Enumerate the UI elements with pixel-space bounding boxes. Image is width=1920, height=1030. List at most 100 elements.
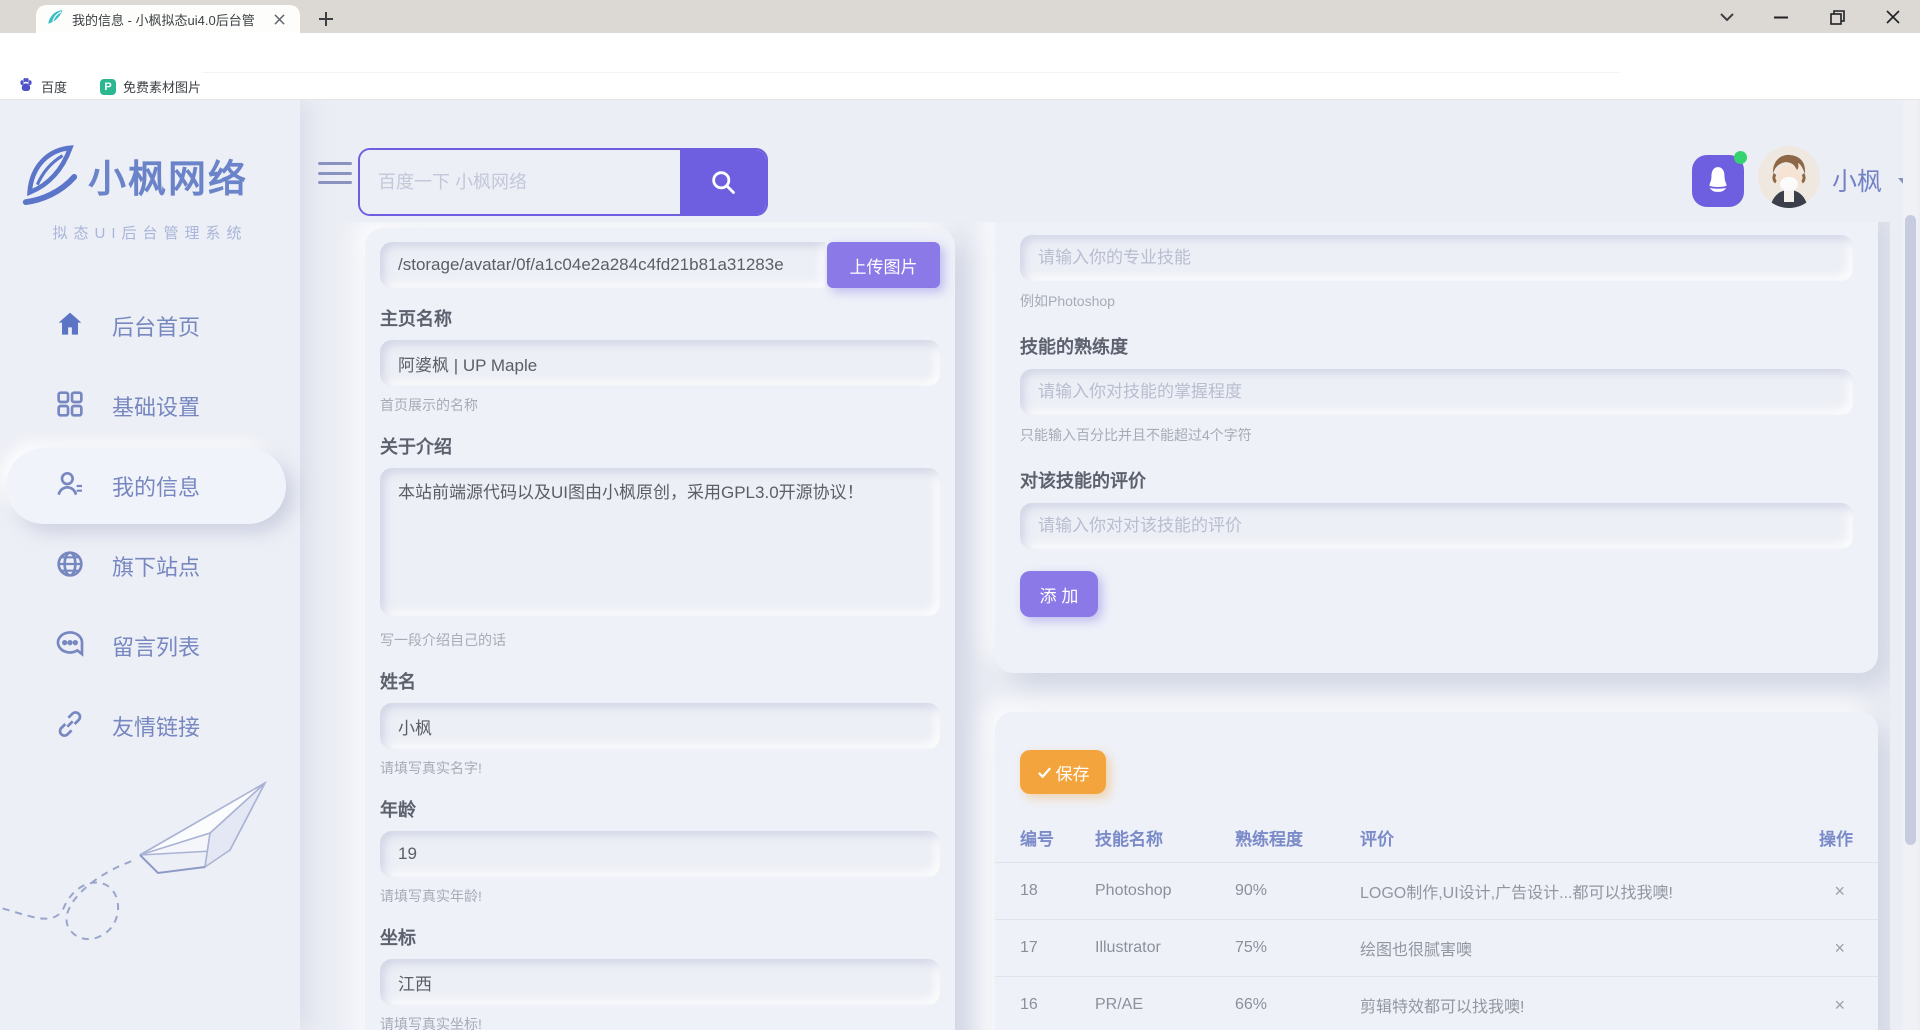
location-label: 坐标 bbox=[380, 924, 940, 950]
sidebar-item-label: 友情链接 bbox=[112, 710, 200, 742]
cell-skill: Illustrator bbox=[1095, 939, 1235, 957]
window-minimize-button[interactable] bbox=[1766, 4, 1796, 30]
bookmark-baidu[interactable]: 百度 bbox=[18, 76, 67, 97]
add-skill-button[interactable]: 添 加 bbox=[1020, 571, 1098, 617]
p-badge-icon: P bbox=[100, 79, 116, 95]
grid-icon bbox=[54, 388, 86, 425]
cell-review: LOGO制作,UI设计,广告设计...都可以找我噢! bbox=[1360, 879, 1773, 903]
about-label: 关于介绍 bbox=[380, 433, 940, 459]
cell-id: 17 bbox=[1020, 939, 1095, 957]
location-input[interactable] bbox=[380, 959, 940, 1005]
cell-level: 75% bbox=[1235, 939, 1360, 957]
browser-toolbar: nitai4.xfwl.club/admin/information.html bbox=[0, 33, 1920, 73]
save-button[interactable]: 保存 bbox=[1020, 750, 1106, 794]
sidebar-item-sites[interactable]: 旗下站点 bbox=[0, 526, 300, 606]
col-review: 评价 bbox=[1360, 825, 1773, 850]
cell-skill: PR/AE bbox=[1095, 996, 1235, 1014]
home-name-helper: 首页展示的名称 bbox=[380, 395, 940, 415]
cell-skill: Photoshop bbox=[1095, 882, 1235, 900]
baidu-paw-icon bbox=[18, 77, 34, 96]
search-icon bbox=[709, 168, 737, 196]
about-helper: 写一段介绍自己的话 bbox=[380, 630, 940, 650]
favicon-leaf-icon bbox=[46, 8, 64, 31]
profile-card: 上传图片 主页名称 首页展示的名称 关于介绍 本站前端源代码以及UI图由小枫原创… bbox=[365, 228, 955, 1030]
home-name-input[interactable] bbox=[380, 340, 940, 386]
sidebar-item-home[interactable]: 后台首页 bbox=[0, 286, 300, 366]
name-input[interactable] bbox=[380, 703, 940, 749]
cell-review: 绘图也很腻害噢 bbox=[1360, 936, 1773, 960]
search-box bbox=[358, 148, 768, 216]
skill-review-input[interactable] bbox=[1020, 503, 1853, 549]
sidebar-item-label: 旗下站点 bbox=[112, 550, 200, 582]
home-icon bbox=[54, 308, 86, 345]
bookmarks-bar: 百度 P 免费素材图片 bbox=[0, 73, 1920, 100]
logo-title: 小枫网络 bbox=[88, 148, 248, 203]
search-button[interactable] bbox=[680, 150, 766, 214]
about-textarea[interactable]: 本站前端源代码以及UI图由小枫原创，采用GPL3.0开源协议！ bbox=[380, 468, 940, 616]
col-actions: 操作 bbox=[1773, 825, 1853, 850]
skill-level-label: 技能的熟练度 bbox=[1020, 333, 1853, 359]
sidebar: 小枫网络 拟态UI后台管理系统 后台首页 基础设置 我的信息 bbox=[0, 100, 300, 1030]
user-icon bbox=[54, 468, 86, 505]
tab-title: 我的信息 - 小枫拟态ui4.0后台管 bbox=[72, 10, 262, 29]
cell-level: 90% bbox=[1235, 882, 1360, 900]
search-input[interactable] bbox=[360, 150, 680, 214]
home-name-label: 主页名称 bbox=[380, 305, 940, 331]
logo: 小枫网络 bbox=[18, 142, 248, 208]
page-scrollbar[interactable] bbox=[1903, 100, 1918, 1030]
cell-level: 66% bbox=[1235, 996, 1360, 1014]
sidebar-item-label: 我的信息 bbox=[112, 470, 200, 502]
sidebar-item-settings[interactable]: 基础设置 bbox=[0, 366, 300, 446]
table-row: 18 Photoshop 90% LOGO制作,UI设计,广告设计...都可以找… bbox=[995, 862, 1878, 919]
qq-penguin-icon bbox=[1703, 165, 1733, 197]
bookmark-label: 免费素材图片 bbox=[123, 77, 201, 96]
delete-row-icon[interactable]: × bbox=[1773, 881, 1853, 902]
table-row: 16 PR/AE 66% 剪辑特效都可以找我噢! × bbox=[995, 976, 1878, 1030]
avatar-path-input[interactable] bbox=[380, 242, 825, 288]
logo-leaf-icon bbox=[18, 142, 80, 208]
sidebar-item-my-info[interactable]: 我的信息 bbox=[0, 446, 300, 526]
bookmark-free-images[interactable]: P 免费素材图片 bbox=[100, 76, 201, 97]
globe-icon bbox=[54, 548, 86, 585]
skills-table-card: 保存 编号 技能名称 熟练程度 评价 操作 18 Photoshop 90% L… bbox=[995, 712, 1878, 1030]
skill-name-input[interactable] bbox=[1020, 235, 1853, 281]
delete-row-icon[interactable]: × bbox=[1773, 938, 1853, 959]
comment-icon bbox=[54, 628, 86, 665]
scrollbar-thumb[interactable] bbox=[1905, 215, 1916, 845]
upload-image-button[interactable]: 上传图片 bbox=[827, 242, 940, 288]
cell-review: 剪辑特效都可以找我噢! bbox=[1360, 993, 1773, 1017]
notification-badge bbox=[1734, 151, 1747, 164]
location-helper: 请填写真实坐标! bbox=[380, 1014, 940, 1030]
skill-helper: 例如Photoshop bbox=[1020, 291, 1853, 311]
sidebar-item-links[interactable]: 友情链接 bbox=[0, 686, 300, 766]
cell-id: 16 bbox=[1020, 996, 1095, 1014]
tab-close-icon[interactable] bbox=[270, 10, 288, 28]
skill-level-input[interactable] bbox=[1020, 369, 1853, 415]
link-icon bbox=[54, 708, 86, 745]
age-input[interactable] bbox=[380, 831, 940, 877]
table-header: 编号 技能名称 熟练程度 评价 操作 bbox=[995, 812, 1878, 862]
table-row: 17 Illustrator 75% 绘图也很腻害噢 × bbox=[995, 919, 1878, 976]
sidebar-item-label: 基础设置 bbox=[112, 390, 200, 422]
window-restore-button[interactable] bbox=[1822, 4, 1852, 30]
delete-row-icon[interactable]: × bbox=[1773, 995, 1853, 1016]
avatar[interactable] bbox=[1758, 146, 1820, 208]
content-area: 上传图片 主页名称 首页展示的名称 关于介绍 本站前端源代码以及UI图由小枫原创… bbox=[300, 222, 1890, 1030]
save-button-label: 保存 bbox=[1056, 760, 1090, 785]
window-close-button[interactable] bbox=[1878, 4, 1908, 30]
paper-plane-decoration bbox=[0, 755, 300, 985]
logo-subtitle: 拟态UI后台管理系统 bbox=[0, 222, 300, 243]
username[interactable]: 小枫 bbox=[1832, 162, 1882, 198]
sidebar-item-label: 留言列表 bbox=[112, 630, 200, 662]
cell-id: 18 bbox=[1020, 882, 1095, 900]
bookmark-label: 百度 bbox=[41, 77, 67, 96]
tab-search-chevron-icon[interactable] bbox=[1712, 4, 1742, 30]
new-tab-button[interactable] bbox=[314, 7, 338, 31]
name-helper: 请填写真实名字! bbox=[380, 758, 940, 778]
sidebar-item-messages[interactable]: 留言列表 bbox=[0, 606, 300, 686]
sidebar-menu: 后台首页 基础设置 我的信息 旗下站点 bbox=[0, 286, 300, 766]
menu-toggle-icon[interactable] bbox=[318, 162, 352, 184]
browser-tab[interactable]: 我的信息 - 小枫拟态ui4.0后台管 bbox=[36, 5, 300, 33]
admin-page: 小枫网络 拟态UI后台管理系统 后台首页 基础设置 我的信息 bbox=[0, 100, 1920, 1030]
add-skill-card: 例如Photoshop 技能的熟练度 只能输入百分比并且不能超过4个字符 对该技… bbox=[995, 222, 1878, 673]
